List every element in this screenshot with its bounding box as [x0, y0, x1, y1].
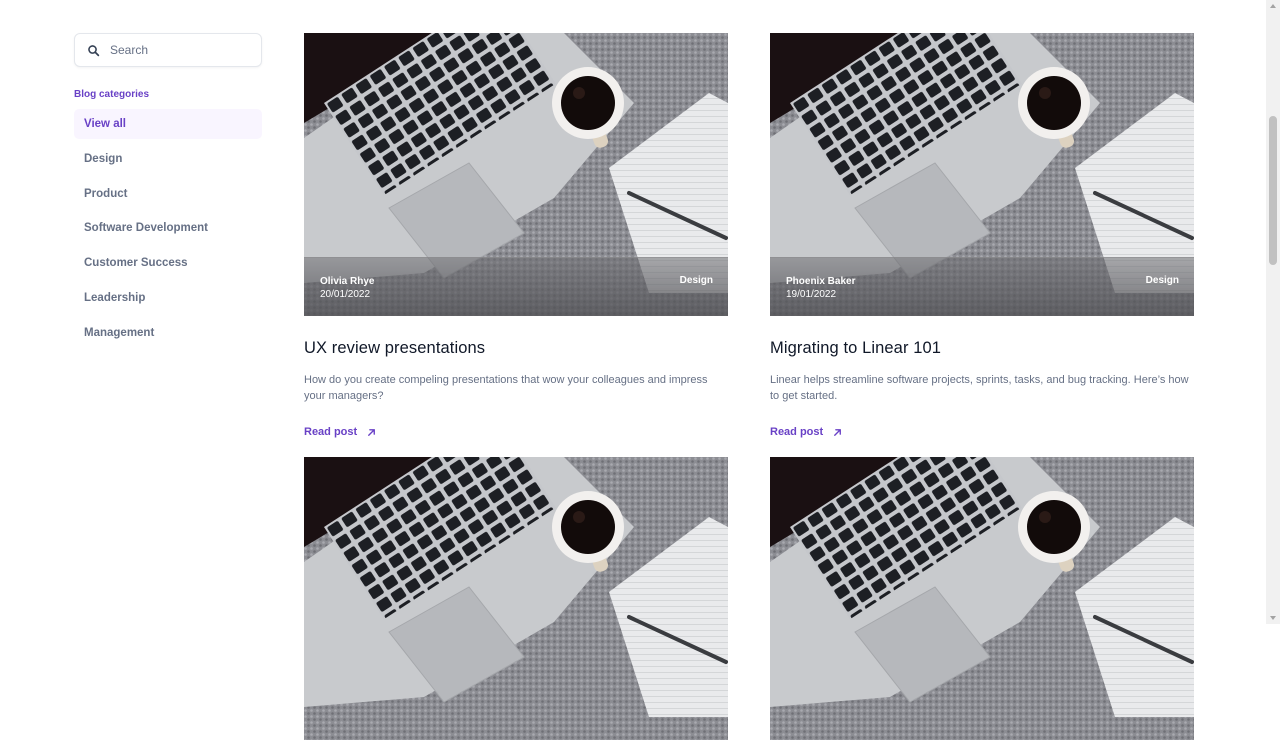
category-view-all[interactable]: View all	[74, 109, 262, 139]
search-box[interactable]	[74, 33, 262, 67]
post-image[interactable]: Olivia Rhye 20/01/2022 Design	[304, 33, 728, 316]
sidebar: Blog categories View all Design Product …	[74, 33, 262, 353]
arrow-up-right-icon	[834, 428, 842, 436]
scroll-down-arrow-icon[interactable]	[1270, 616, 1276, 620]
category-management[interactable]: Management	[74, 318, 262, 348]
post-meta-overlay: Phoenix Baker 19/01/2022 Design	[770, 257, 1194, 316]
post-title[interactable]: UX review presentations	[304, 339, 728, 358]
laptop-coffee-photo	[304, 457, 728, 740]
read-post-label: Read post	[770, 426, 824, 438]
category-customer-success[interactable]: Customer Success	[74, 248, 262, 278]
scrollbar-thumb[interactable]	[1269, 116, 1277, 265]
read-post-link[interactable]: Read post	[304, 426, 377, 438]
post-category-tag: Design	[1145, 275, 1179, 286]
post-category-tag: Design	[679, 275, 713, 286]
read-post-link[interactable]: Read post	[770, 426, 843, 438]
search-input[interactable]	[108, 42, 248, 58]
search-icon	[88, 44, 100, 56]
post-meta-overlay: Olivia Rhye 20/01/2022 Design	[304, 257, 728, 316]
category-product[interactable]: Product	[74, 179, 262, 209]
post-card[interactable]	[770, 457, 1194, 740]
category-design[interactable]: Design	[74, 144, 262, 174]
post-card[interactable]: Olivia Rhye 20/01/2022 Design UX review …	[304, 33, 728, 440]
page-scrollbar[interactable]	[1266, 0, 1280, 624]
post-image[interactable]	[770, 457, 1194, 740]
category-software-development[interactable]: Software Development	[74, 213, 262, 243]
post-author: Olivia Rhye	[320, 276, 375, 287]
blog-categories-heading: Blog categories	[74, 89, 150, 100]
post-title[interactable]: Migrating to Linear 101	[770, 339, 1194, 358]
post-image[interactable]	[304, 457, 728, 740]
post-author: Phoenix Baker	[786, 276, 856, 287]
post-description: Linear helps streamline software project…	[770, 374, 1189, 402]
read-post-label: Read post	[304, 426, 358, 438]
scroll-up-arrow-icon[interactable]	[1270, 4, 1276, 8]
post-date: 19/01/2022	[786, 289, 837, 300]
post-image[interactable]: Phoenix Baker 19/01/2022 Design	[770, 33, 1194, 316]
arrow-up-right-icon	[368, 428, 376, 436]
category-leadership[interactable]: Leadership	[74, 283, 262, 313]
laptop-coffee-photo	[770, 457, 1194, 740]
post-card[interactable]: Phoenix Baker 19/01/2022 Design Migratin…	[770, 33, 1194, 440]
post-description: How do you create compeling presentation…	[304, 374, 708, 402]
post-card[interactable]	[304, 457, 728, 740]
post-date: 20/01/2022	[320, 289, 371, 300]
